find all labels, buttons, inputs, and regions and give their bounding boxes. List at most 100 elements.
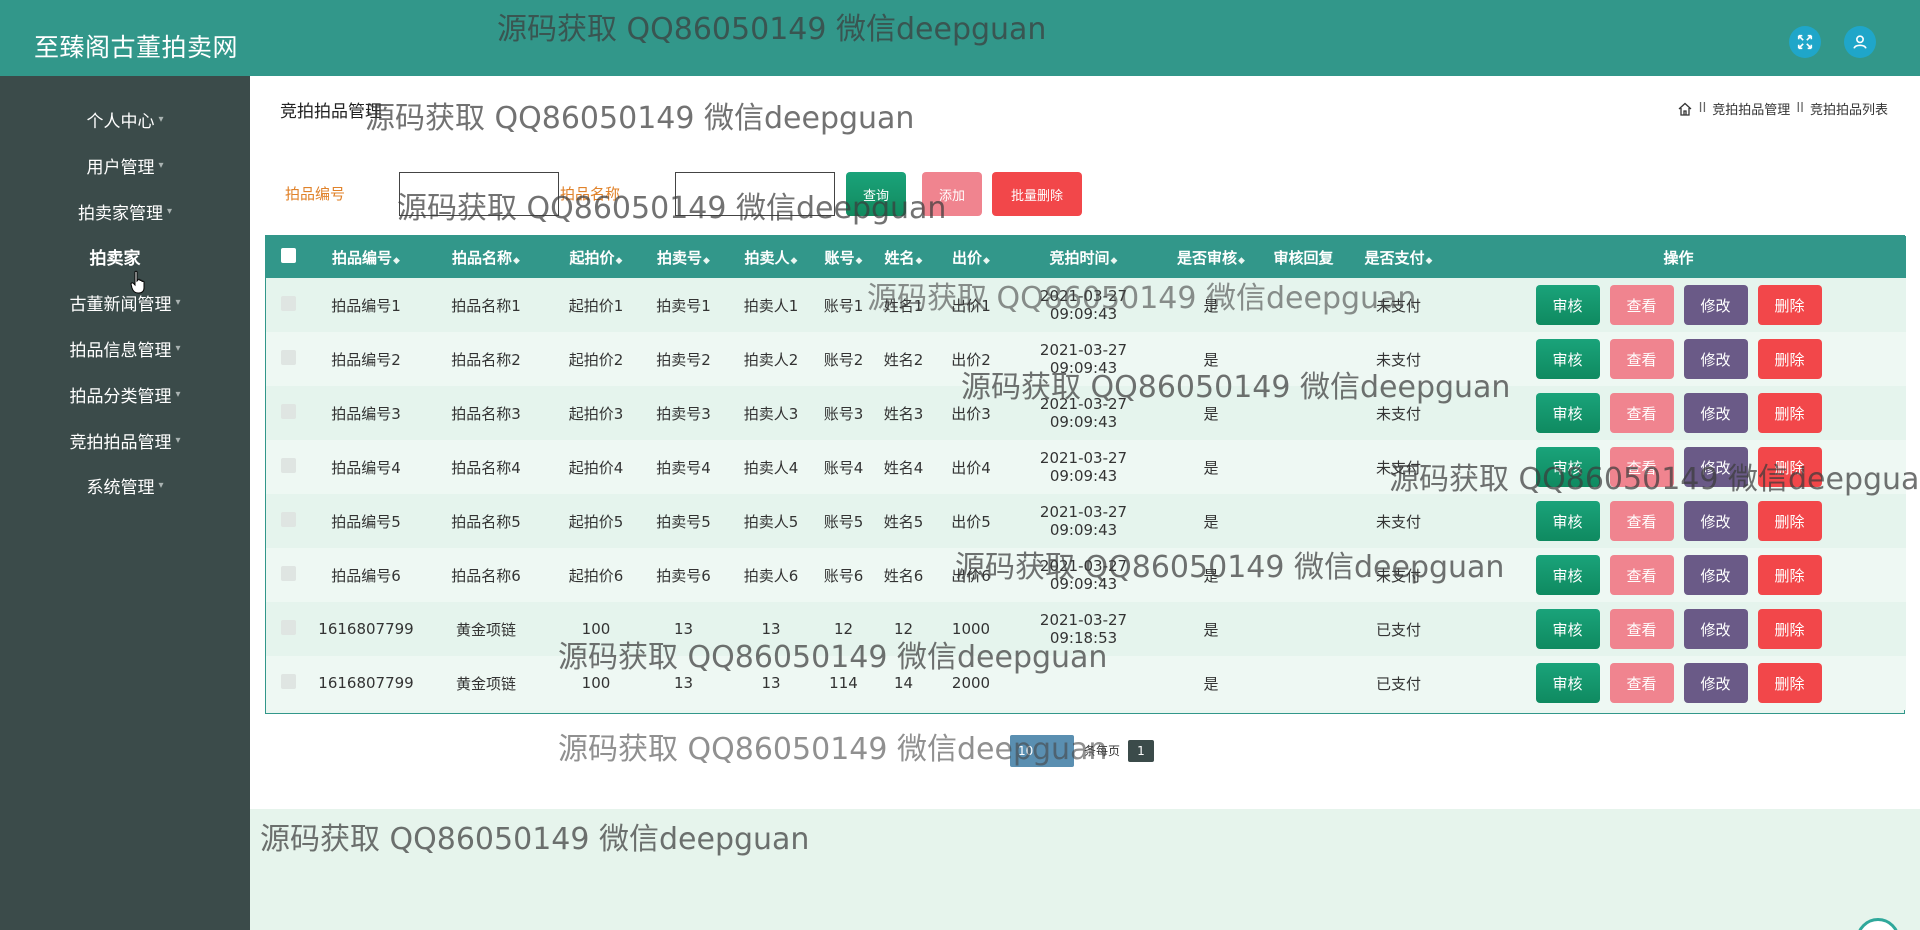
approve-button[interactable]: 审核 (1535, 501, 1600, 541)
page-size-select[interactable]: 10 (1010, 735, 1074, 767)
table-row: 拍品编号3 拍品名称3 起拍价3 拍卖号3 拍卖人3 账号3 姓名3 出价3 2021-03-2… (266, 386, 1906, 440)
sidebar-item-lot-category[interactable]: 拍品分类管理 ▾ (0, 374, 250, 414)
table-cell: 拍品编号4 (331, 458, 401, 477)
approve-button[interactable]: 审核 (1535, 393, 1600, 433)
approve-button[interactable]: 审核 (1535, 447, 1600, 487)
row-checkbox[interactable] (281, 403, 296, 419)
view-button[interactable]: 查看 (1609, 501, 1674, 541)
edit-button[interactable]: 修改 (1683, 501, 1748, 541)
delete-button[interactable]: 删除 (1757, 339, 1822, 379)
table-cell: 2021-03-27 09:09:43 (1039, 503, 1128, 539)
approve-button[interactable]: 审核 (1535, 609, 1600, 649)
user-icon[interactable] (1844, 26, 1876, 58)
sidebar-item-seller-management[interactable]: 拍卖家管理 ▾ (0, 191, 250, 231)
fullscreen-icon[interactable] (1789, 26, 1821, 58)
row-checkbox[interactable] (281, 673, 296, 689)
column-header[interactable]: 出价◆ (936, 236, 1006, 278)
table-cell: 是 (1203, 458, 1219, 477)
edit-button[interactable]: 修改 (1683, 285, 1748, 325)
sidebar-item-personal-center[interactable]: 个人中心 ▾ (0, 99, 250, 139)
column-header[interactable]: 拍品编号◆ (311, 236, 421, 278)
view-button[interactable]: 查看 (1609, 609, 1674, 649)
view-button[interactable]: 查看 (1609, 285, 1674, 325)
table-cell (1261, 440, 1346, 494)
row-checkbox[interactable] (281, 457, 296, 473)
breadcrumb-level1[interactable]: 竞拍拍品管理 (1712, 99, 1790, 118)
row-checkbox[interactable] (281, 619, 296, 635)
sidebar-item-user-management[interactable]: 用户管理 ▾ (0, 145, 250, 185)
view-button[interactable]: 查看 (1609, 339, 1674, 379)
column-header[interactable]: 竞拍时间◆ (1006, 236, 1161, 278)
table-cell: 拍品名称6 (451, 566, 521, 585)
approve-button[interactable]: 审核 (1535, 663, 1600, 703)
chevron-down-icon: ▾ (158, 159, 164, 171)
table-cell: 拍品编号2 (331, 350, 401, 369)
add-button[interactable]: 添加 (922, 172, 982, 216)
home-icon[interactable] (1677, 101, 1693, 117)
edit-button[interactable]: 修改 (1683, 339, 1748, 379)
sort-icon: ◆ (790, 255, 798, 266)
table-cell: 1000 (951, 620, 991, 638)
row-checkbox[interactable] (281, 295, 296, 311)
sort-icon: ◆ (983, 255, 990, 266)
table-cell: 起拍价5 (568, 512, 624, 531)
chevron-down-icon: ▾ (175, 296, 181, 308)
sidebar-item-lot-info[interactable]: 拍品信息管理 ▾ (0, 328, 250, 368)
column-header[interactable]: 是否支付◆ (1346, 236, 1451, 278)
edit-button[interactable]: 修改 (1683, 555, 1748, 595)
approve-button[interactable]: 审核 (1535, 285, 1600, 325)
sidebar-item-seller[interactable]: 拍卖家 (0, 236, 240, 276)
row-checkbox[interactable] (281, 349, 296, 365)
table-cell: 2021-03-27 09:09:43 (1039, 395, 1128, 431)
approve-button[interactable]: 审核 (1535, 555, 1600, 595)
table-row: 拍品编号2 拍品名称2 起拍价2 拍卖号2 拍卖人2 账号2 姓名2 出价2 2021-03-2… (266, 332, 1906, 386)
query-button[interactable]: 查询 (846, 172, 906, 216)
column-header[interactable]: 起拍价◆ (551, 236, 641, 278)
batch-delete-button[interactable]: 批量删除 (992, 172, 1082, 216)
table-cell: 姓名5 (883, 512, 924, 531)
view-button[interactable]: 查看 (1609, 663, 1674, 703)
delete-button[interactable]: 删除 (1757, 447, 1822, 487)
delete-button[interactable]: 删除 (1757, 609, 1822, 649)
table-cell: 13 (761, 620, 781, 638)
table-cell: 2021-03-27 09:18:53 (1039, 611, 1128, 647)
delete-button[interactable]: 删除 (1757, 555, 1822, 595)
edit-button[interactable]: 修改 (1683, 447, 1748, 487)
edit-button[interactable]: 修改 (1683, 609, 1748, 649)
row-checkbox[interactable] (281, 565, 296, 581)
row-checkbox[interactable] (281, 511, 296, 527)
column-header[interactable]: 姓名◆ (871, 236, 936, 278)
select-all-checkbox[interactable] (281, 247, 296, 263)
view-button[interactable]: 查看 (1609, 447, 1674, 487)
table-cell (1261, 386, 1346, 440)
view-button[interactable]: 查看 (1609, 393, 1674, 433)
lot-number-input[interactable] (399, 172, 559, 216)
delete-button[interactable]: 删除 (1757, 501, 1822, 541)
column-header[interactable]: 账号◆ (816, 236, 871, 278)
column-header[interactable]: 是否审核◆ (1161, 236, 1261, 278)
delete-button[interactable]: 删除 (1757, 285, 1822, 325)
table-cell: 拍卖人3 (743, 404, 799, 423)
column-header[interactable]: 拍卖号◆ (641, 236, 726, 278)
column-header[interactable]: 拍卖人◆ (726, 236, 816, 278)
edit-button[interactable]: 修改 (1683, 663, 1748, 703)
table-cell: 100 (581, 674, 611, 692)
approve-button[interactable]: 审核 (1535, 339, 1600, 379)
sidebar-item-antique-news[interactable]: 古董新闻管理 ▾ (0, 282, 250, 322)
delete-button[interactable]: 删除 (1757, 663, 1822, 703)
table-cell: 13 (673, 674, 694, 692)
table-cell: 拍卖号6 (656, 566, 711, 585)
chevron-down-icon: ▾ (175, 434, 181, 446)
delete-button[interactable]: 删除 (1757, 393, 1822, 433)
per-page-label: 条每页 (1084, 744, 1121, 758)
view-button[interactable]: 查看 (1609, 555, 1674, 595)
main-footer-area (250, 809, 1920, 930)
lot-name-input[interactable] (675, 172, 835, 216)
column-header[interactable]: 拍品名称◆ (421, 236, 551, 278)
sidebar-item-system[interactable]: 系统管理 ▾ (0, 465, 250, 505)
sidebar-item-bidding-lots[interactable]: 竞拍拍品管理 ▾ (0, 420, 250, 460)
page-number-button[interactable]: 1 (1128, 740, 1154, 762)
table-cell: 拍卖号1 (656, 296, 711, 315)
table-cell (1261, 656, 1346, 710)
edit-button[interactable]: 修改 (1683, 393, 1748, 433)
